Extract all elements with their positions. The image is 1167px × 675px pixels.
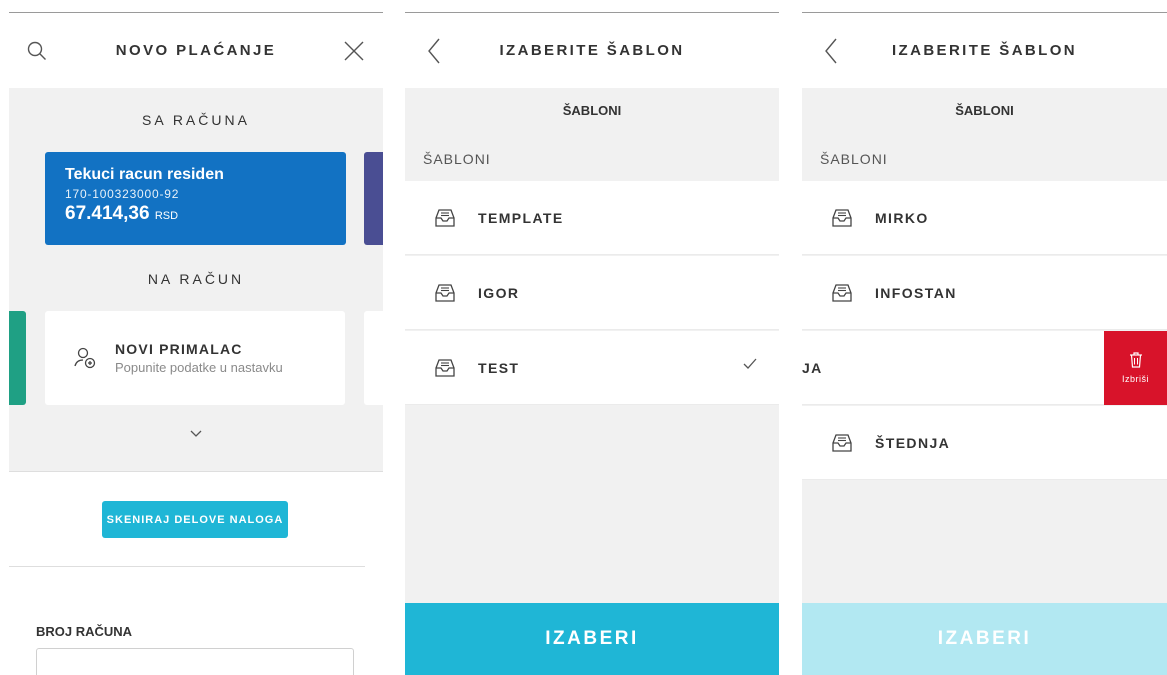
- template-label: ŠTEDNJA: [875, 434, 951, 451]
- close-icon[interactable]: [339, 36, 369, 66]
- back-chevron-icon[interactable]: [419, 36, 449, 66]
- add-person-icon: [73, 346, 97, 370]
- template-item[interactable]: MIRKO: [802, 181, 1167, 255]
- chevron-down-icon[interactable]: [9, 430, 383, 438]
- select-button-disabled[interactable]: IZABERI: [802, 603, 1167, 675]
- template-item-selected[interactable]: TEST: [405, 331, 779, 405]
- account-currency: RSD: [154, 210, 179, 222]
- account-number: 170-100323000-92: [65, 187, 180, 201]
- section-title: ŠABLONI: [562, 103, 622, 118]
- screen-new-payment: NOVO PLAĆANJE SA RAČUNA Tekuci racun res…: [9, 0, 383, 675]
- screen-choose-template: IZABERITE ŠABLON ŠABLONI ŠABLONI TEMPLAT…: [405, 0, 779, 675]
- divider: [9, 566, 365, 567]
- inbox-icon: [830, 431, 854, 455]
- back-chevron-icon[interactable]: [816, 36, 846, 66]
- search-icon[interactable]: [22, 36, 52, 66]
- section-title: ŠABLONI: [955, 103, 1014, 118]
- inbox-icon: [433, 206, 457, 230]
- list-label: ŠABLONI: [820, 151, 888, 167]
- new-recipient-subtitle: Popunite podatke u nastavku: [115, 360, 283, 375]
- template-item[interactable]: INFOSTAN: [802, 256, 1167, 330]
- divider: [9, 471, 383, 472]
- delete-button[interactable]: Izbriši: [1104, 330, 1167, 405]
- account-number-label: BROJ RAČUNA: [36, 624, 133, 639]
- template-item-swiped[interactable]: JA Izbriši: [802, 330, 1167, 405]
- page-title: NOVO PLAĆANJE: [115, 41, 277, 59]
- account-name: Tekuci racun residen: [65, 166, 224, 183]
- inbox-icon: [433, 356, 457, 380]
- next-account-card[interactable]: [364, 152, 383, 245]
- template-label: IGOR: [478, 284, 520, 301]
- inbox-icon: [830, 281, 854, 305]
- delete-label: Izbriši: [1121, 373, 1149, 384]
- template-label: INFOSTAN: [875, 284, 957, 301]
- template-label: JA: [802, 359, 823, 376]
- new-recipient-card[interactable]: NOVI PRIMALAC Popunite podatke u nastavk…: [45, 311, 345, 405]
- template-item[interactable]: ŠTEDNJA: [802, 406, 1167, 480]
- template-item[interactable]: IGOR: [405, 256, 779, 330]
- next-recipient-card[interactable]: [364, 311, 383, 405]
- account-number-input[interactable]: [36, 648, 354, 675]
- scan-order-button[interactable]: SKENIRAJ DELOVE NALOGA: [102, 501, 288, 538]
- template-label: TEST: [478, 359, 520, 376]
- list-label: ŠABLONI: [423, 151, 491, 167]
- previous-recipient-card[interactable]: [9, 311, 26, 405]
- header: NOVO PLAĆANJE: [9, 12, 383, 88]
- header: IZABERITE ŠABLON: [405, 12, 779, 88]
- page-title: IZABERITE ŠABLON: [499, 41, 685, 59]
- header: IZABERITE ŠABLON: [802, 12, 1167, 88]
- checkmark-icon: [743, 357, 757, 375]
- template-label: TEMPLATE: [478, 209, 564, 226]
- new-recipient-title: NOVI PRIMALAC: [115, 341, 243, 357]
- template-item[interactable]: TEMPLATE: [405, 181, 779, 255]
- from-account-card[interactable]: Tekuci racun residen 170-100323000-92 67…: [45, 152, 346, 245]
- template-label: MIRKO: [875, 209, 929, 226]
- account-balance: 67.414,36 RSD: [65, 203, 179, 224]
- from-account-heading: SA RAČUNA: [142, 112, 250, 128]
- trash-icon: [1129, 351, 1142, 368]
- select-button[interactable]: IZABERI: [405, 603, 779, 675]
- screen-choose-template-delete: IZABERITE ŠABLON ŠABLONI ŠABLONI MIRKO I…: [802, 0, 1167, 675]
- to-account-heading: NA RAČUN: [147, 271, 245, 287]
- page-title: IZABERITE ŠABLON: [891, 41, 1078, 59]
- inbox-icon: [433, 281, 457, 305]
- inbox-icon: [830, 206, 854, 230]
